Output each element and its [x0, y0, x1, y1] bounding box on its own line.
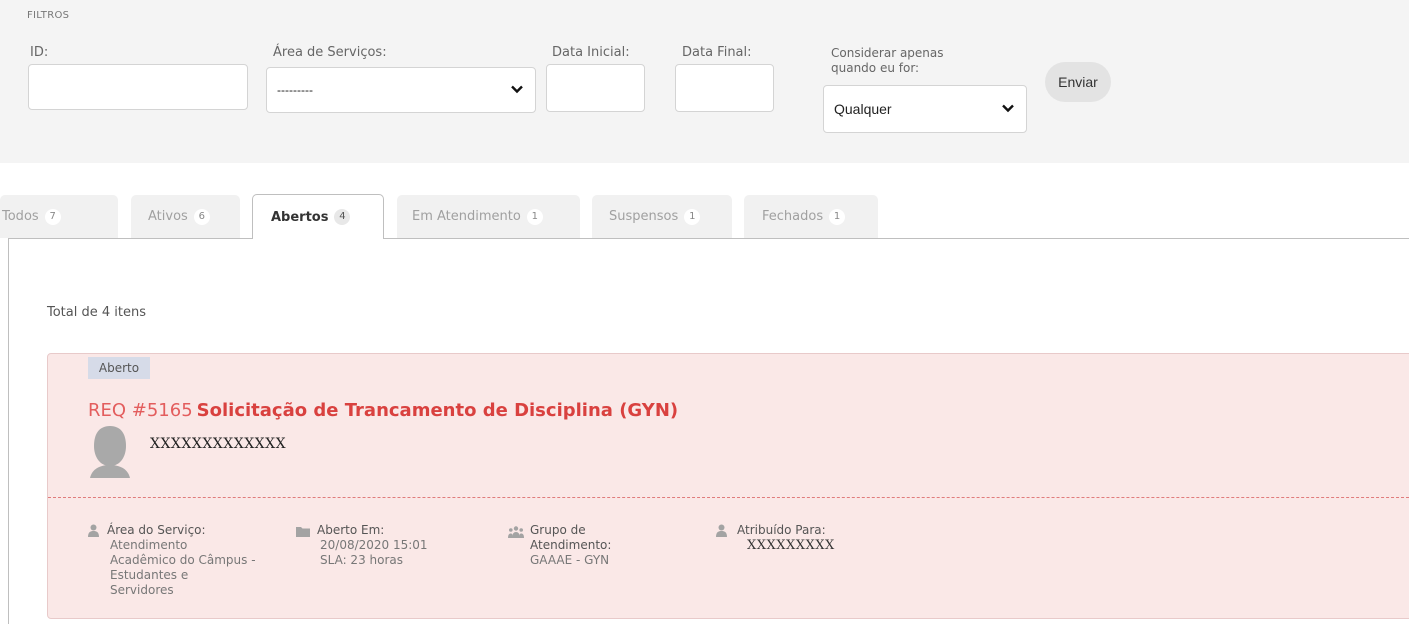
tab-label: Abertos — [271, 209, 329, 225]
sla-value: SLA: 23 horas — [320, 553, 404, 567]
chevron-down-icon — [511, 85, 523, 94]
request-title[interactable]: REQ #5165 Solicitação de Trancamento de D… — [88, 400, 678, 421]
id-label: ID: — [30, 45, 49, 60]
results-total: Total de 4 itens — [47, 305, 146, 320]
tab-count-badge: 4 — [334, 209, 351, 225]
area-line: Acadêmico do Câmpus - — [110, 553, 256, 567]
tab-ativos[interactable]: Ativos 6 — [131, 195, 240, 238]
filters-title: FILTROS — [27, 10, 70, 21]
meta-area: Área do Serviço: Atendimento Acadêmico d… — [107, 523, 256, 598]
considerar-value: Qualquer — [834, 101, 892, 117]
folder-icon — [296, 527, 310, 537]
aberto-date: 20/08/2020 15:01 — [320, 538, 428, 552]
tab-todos[interactable]: Todos 7 — [0, 195, 118, 238]
grupo-label-line1: Grupo de — [530, 523, 586, 537]
considerar-label-line2: quando eu for: — [831, 61, 920, 75]
tab-label: Ativos — [148, 209, 188, 224]
data-inicial-label: Data Inicial: — [552, 45, 630, 60]
area-servicos-label: Área de Serviços: — [273, 45, 387, 60]
tab-content-border — [8, 238, 9, 624]
meta-grupo: Grupo de Atendimento: GAAAE - GYN — [530, 523, 611, 568]
meta-atribuido: Atribuído Para: XXXXXXXXX — [737, 523, 835, 553]
card-divider — [48, 497, 1409, 498]
atribuido-label: Atribuído Para: — [737, 523, 826, 537]
avatar — [90, 426, 130, 478]
tab-count-badge: 6 — [193, 208, 210, 225]
tab-label: Todos — [2, 209, 39, 224]
area-line: Estudantes e — [110, 568, 189, 582]
area-label: Área do Serviço: — [107, 523, 206, 537]
data-final-input[interactable] — [675, 64, 774, 112]
user-icon — [716, 524, 727, 537]
status-badge: Aberto — [88, 357, 150, 379]
grupo-label-line2: Atendimento: — [530, 538, 612, 552]
considerar-select[interactable]: Qualquer — [823, 85, 1027, 133]
tab-count-badge: 1 — [829, 208, 846, 225]
tab-count-badge: 1 — [684, 208, 701, 225]
area-line: Atendimento — [110, 538, 188, 552]
area-line: Servidores — [110, 583, 174, 597]
considerar-label-line1: Considerar apenas — [831, 46, 944, 60]
grupo-value: GAAAE - GYN — [530, 553, 610, 567]
tab-count-badge: 7 — [44, 208, 61, 225]
enviar-button[interactable]: Enviar — [1045, 62, 1111, 102]
tab-label: Em Atendimento — [412, 209, 521, 224]
filters-panel: FILTROS ID: Área de Serviços: --------- … — [0, 0, 1409, 163]
meta-aberto: Aberto Em: 20/08/2020 15:01 SLA: 23 hora… — [317, 523, 428, 568]
tab-fechados[interactable]: Fechados 1 — [744, 195, 878, 238]
request-name: Solicitação de Trancamento de Disciplina… — [196, 400, 679, 421]
tabs-divider — [8, 238, 1409, 239]
aberto-label: Aberto Em: — [317, 523, 385, 537]
atribuido-value: XXXXXXXXX — [747, 538, 835, 553]
tab-label: Fechados — [762, 209, 824, 224]
data-final-label: Data Final: — [682, 45, 752, 60]
considerar-label: Considerar apenas quando eu for: — [831, 46, 944, 76]
requester-name: XXXXXXXXXXXXX — [150, 436, 287, 452]
data-inicial-input[interactable] — [546, 64, 645, 112]
tab-label: Suspensos — [609, 209, 679, 224]
tab-abertos[interactable]: Abertos 4 — [252, 194, 384, 239]
id-input[interactable] — [28, 64, 248, 110]
user-icon — [88, 524, 99, 537]
area-servicos-value: --------- — [277, 83, 313, 97]
chevron-down-icon — [1002, 104, 1014, 113]
area-servicos-select[interactable]: --------- — [266, 67, 536, 113]
tab-suspensos[interactable]: Suspensos 1 — [592, 195, 732, 238]
group-icon — [508, 526, 524, 538]
tab-em-atendimento[interactable]: Em Atendimento 1 — [397, 195, 580, 238]
request-number: REQ #5165 — [88, 400, 193, 421]
tab-count-badge: 1 — [526, 208, 543, 225]
